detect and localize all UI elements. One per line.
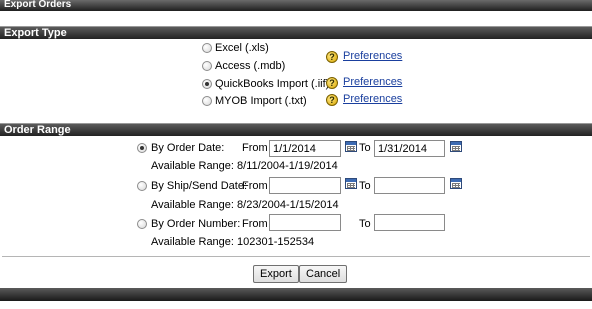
to-label: To [359,218,371,230]
footer-bar [0,288,592,301]
calendar-icon[interactable] [345,178,357,189]
from-label: From [242,142,268,154]
order-date-available-range: Available Range: 8/11/2004-1/19/2014 [151,160,338,172]
window-title-bar: Export Orders [0,0,592,11]
help-question-icon[interactable]: ? [326,51,338,63]
ship-date-available-range: Available Range: 8/23/2004-1/15/2014 [151,199,339,211]
help-question-icon[interactable]: ? [326,94,338,106]
by-order-date-radio[interactable] [137,143,147,153]
calendar-icon[interactable] [345,141,357,152]
order-range-heading: Order Range [4,124,71,136]
divider [2,256,590,257]
calendar-icon[interactable] [450,178,462,189]
by-ship-date-radio[interactable] [137,181,147,191]
access-radio[interactable] [202,61,212,71]
ship-date-from-field[interactable] [269,177,341,194]
export-button[interactable]: Export [253,265,299,283]
access-label: Access (.mdb) [215,60,286,72]
by-ship-date-label: By Ship/Send Date: [151,180,248,192]
order-range-header: Order Range [0,123,592,136]
order-date-from-field[interactable] [269,140,341,157]
quickbooks-preferences-link[interactable]: Preferences [343,76,402,89]
myob-radio[interactable] [202,96,212,106]
order-number-to-field[interactable] [374,214,445,231]
myob-label: MYOB Import (.txt) [215,95,307,107]
quickbooks-radio[interactable] [202,79,212,89]
order-number-from-field[interactable] [269,214,341,231]
excel-radio[interactable] [202,43,212,53]
help-question-icon[interactable]: ? [326,77,338,89]
ship-date-to-field[interactable] [374,177,445,194]
export-type-heading: Export Type [4,27,67,39]
calendar-icon[interactable] [450,141,462,152]
quickbooks-label: QuickBooks Import (.iif) [215,78,330,90]
excel-label: Excel (.xls) [215,42,269,54]
from-label: From [242,180,268,192]
to-label: To [359,180,371,192]
excel-preferences-link[interactable]: Preferences [343,50,402,63]
export-type-header: Export Type [0,26,592,39]
from-label: From [242,218,268,230]
by-order-number-radio[interactable] [137,219,147,229]
cancel-button[interactable]: Cancel [299,265,348,283]
myob-preferences-link[interactable]: Preferences [343,93,402,106]
window-title: Export Orders [4,0,72,10]
order-date-to-field[interactable] [374,140,445,157]
by-order-date-label: By Order Date: [151,142,225,154]
to-label: To [359,142,371,154]
by-order-number-label: By Order Number: [151,218,241,230]
order-number-available-range: Available Range: 102301-152534 [151,236,315,248]
